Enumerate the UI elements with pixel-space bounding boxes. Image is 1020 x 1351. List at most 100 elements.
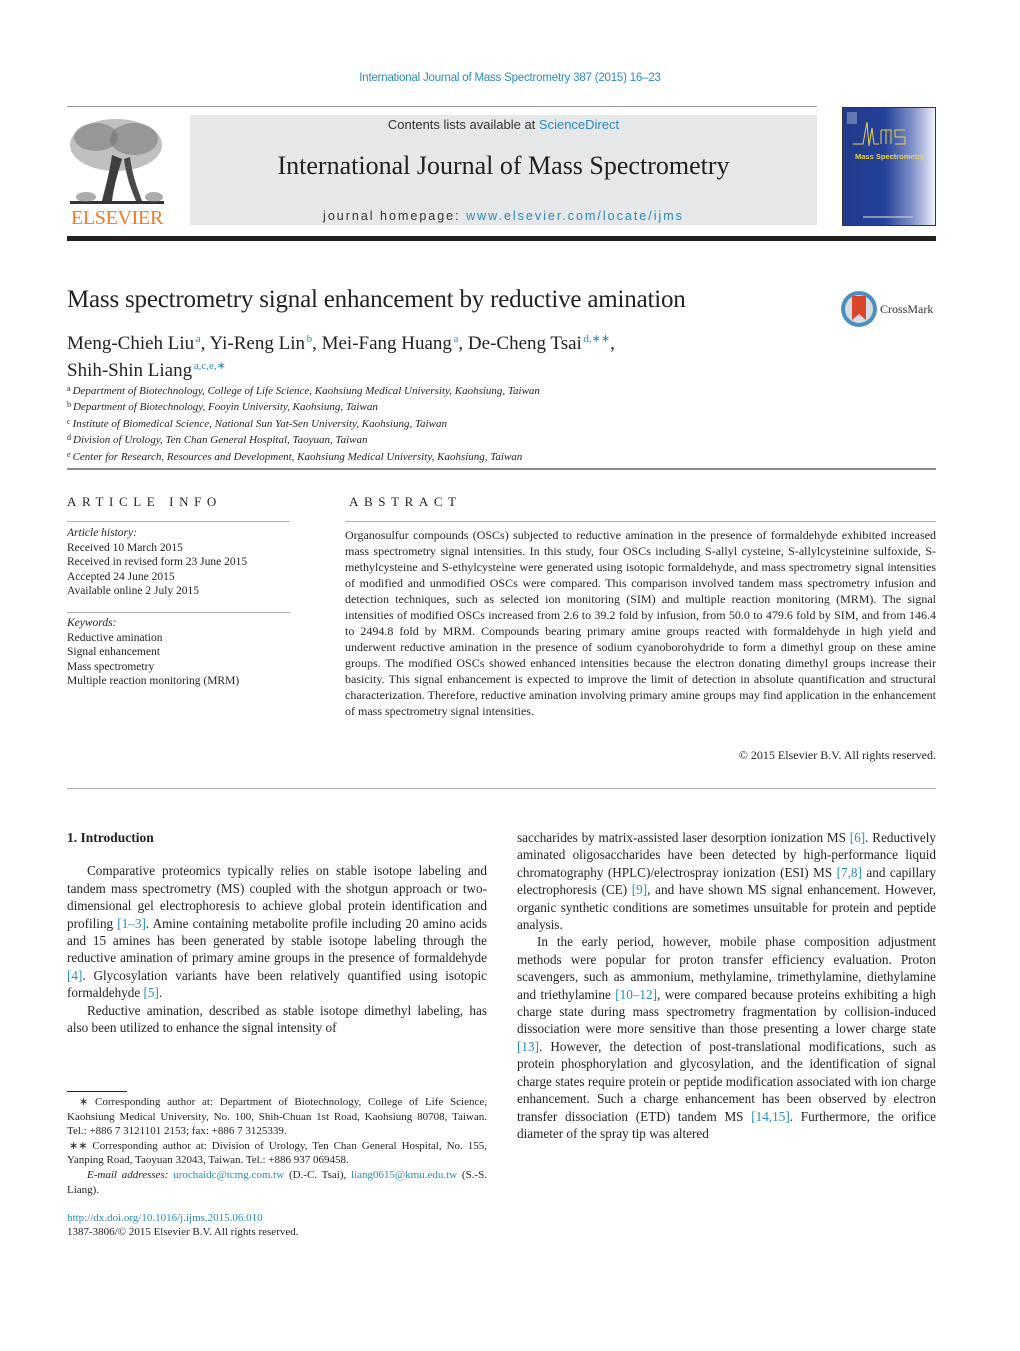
- footnote-rule: [67, 1091, 127, 1092]
- abstract-text: Organosulfur compounds (OSCs) subjected …: [345, 528, 936, 718]
- contents-prefix: Contents lists available at: [387, 117, 539, 132]
- masthead-rule: [67, 236, 936, 241]
- section-rule: [67, 468, 936, 470]
- history-item: Received 10 March 2015: [67, 541, 183, 554]
- affiliation-list: a Department of Biotechnology, College of…: [67, 382, 767, 464]
- citation-reference-link[interactable]: [14,15]: [751, 1109, 789, 1124]
- article-info-rule: [67, 521, 290, 522]
- author-name: Yi-Reng Lin: [209, 333, 305, 354]
- body-column-left: 1. Introduction Comparative proteomics t…: [67, 829, 487, 1036]
- affiliation-key: d: [67, 433, 71, 443]
- author-affiliation-marker[interactable]: d,∗∗: [583, 333, 610, 345]
- email-link[interactable]: liang0615@kmu.edu.tw: [351, 1169, 457, 1181]
- author-name: Mei-Fang Huang: [321, 333, 452, 354]
- affiliation: b Department of Biotechnology, Fooyin Uni…: [67, 398, 767, 414]
- keyword: Multiple reaction monitoring (MRM): [67, 675, 240, 688]
- journal-homepage-link[interactable]: www.elsevier.com/locate/ijms: [466, 209, 684, 223]
- homepage-line: journal homepage: www.elsevier.com/locat…: [190, 209, 817, 223]
- journal-masthead: Contents lists available at ScienceDirec…: [190, 115, 817, 225]
- footnote-text: ∗∗ Corresponding author at: Division of …: [67, 1139, 487, 1167]
- citation-reference-link[interactable]: [7,8]: [837, 865, 862, 880]
- keywords: Keywords: Reductive amination Signal enh…: [67, 616, 297, 689]
- body-paragraph: Comparative proteomics typically relies …: [67, 862, 487, 1001]
- affiliation-text: Division of Urology, Ten Chan General Ho…: [73, 434, 368, 447]
- citation-reference-link[interactable]: [6]: [850, 830, 865, 845]
- footnotes: ∗ Corresponding author at: Department of…: [67, 1095, 487, 1197]
- contents-line: Contents lists available at ScienceDirec…: [190, 117, 817, 132]
- footnote-emails: E-mail addresses: urochaidc@tcmg.com.tw …: [67, 1168, 487, 1197]
- article-title: Mass spectrometry signal enhancement by …: [67, 286, 686, 313]
- body-paragraph: In the early period, however, mobile pha…: [517, 933, 936, 1142]
- affiliation-text: Institute of Biomedical Science, Nationa…: [72, 417, 447, 430]
- homepage-prefix: journal homepage:: [323, 209, 467, 223]
- journal-citation[interactable]: International Journal of Mass Spectromet…: [0, 72, 1020, 84]
- email-link[interactable]: urochaidc@tcmg.com.tw: [173, 1169, 284, 1181]
- crossmark-icon: [841, 291, 877, 327]
- author-list: Meng-Chieh Liu a, Yi-Reng Lin b, Mei-Fan…: [67, 328, 767, 382]
- header-rule: [67, 106, 817, 107]
- affiliation: c Institute of Biomedical Science, Nation…: [67, 415, 767, 431]
- doi-link[interactable]: http://dx.doi.org/10.1016/j.ijms.2015.06…: [67, 1212, 263, 1224]
- abstract-copyright: © 2015 Elsevier B.V. All rights reserved…: [738, 748, 936, 762]
- elsevier-wordmark: ELSEVIER: [70, 207, 164, 229]
- author-name: Shih-Shin Liang: [67, 360, 193, 381]
- history-item: Accepted 24 June 2015: [67, 570, 175, 583]
- affiliation-key: e: [67, 449, 71, 459]
- author[interactable]: Meng-Chieh Liu a: [67, 333, 201, 354]
- crossmark-badge[interactable]: CrossMark: [840, 290, 940, 330]
- author[interactable]: Shih-Shin Liang a,c,e,∗: [67, 360, 226, 381]
- footnote-corresponding-2: ∗∗ Corresponding author at: Division of …: [67, 1139, 487, 1168]
- citation-reference-link[interactable]: [5]: [144, 985, 159, 1000]
- history-item: Available online 2 July 2015: [67, 585, 200, 598]
- author[interactable]: De-Cheng Tsai d,∗∗: [468, 333, 610, 354]
- elsevier-logo[interactable]: ELSEVIER: [66, 115, 168, 230]
- affiliation-text: Department of Biotechnology, College of …: [72, 385, 540, 397]
- keywords-rule: [67, 612, 290, 613]
- history-item: Received in revised form 23 June 2015: [67, 556, 248, 569]
- citation-reference-link[interactable]: [4]: [67, 968, 82, 983]
- affiliation: d Division of Urology, Ten Chan General H…: [67, 431, 767, 447]
- right-paragraphs: saccharides by matrix-assisted laser des…: [517, 829, 936, 1142]
- citation-reference-link[interactable]: [1–3]: [117, 916, 146, 931]
- abstract-rule: [345, 521, 936, 522]
- citation-reference-link[interactable]: [9]: [632, 882, 647, 897]
- author-separator: ,: [458, 333, 468, 354]
- footnote-corresponding-1: ∗ Corresponding author at: Department of…: [67, 1095, 487, 1139]
- keywords-label: Keywords:: [67, 617, 117, 629]
- affiliation-text: Center for Research, Resources and Devel…: [72, 450, 523, 463]
- left-paragraphs: Comparative proteomics typically relies …: [67, 862, 487, 1036]
- journal-title: International Journal of Mass Spectromet…: [277, 151, 730, 180]
- keyword: Reductive amination: [67, 631, 163, 644]
- body-rule: [67, 788, 936, 789]
- author[interactable]: Mei-Fang Huang a: [322, 333, 459, 354]
- author-name: De-Cheng Tsai: [467, 333, 582, 354]
- affiliation: e Center for Research, Resources and Deve…: [67, 448, 767, 464]
- affiliation-key: b: [67, 400, 71, 410]
- body-text: Reductive amination, described as stable…: [67, 1002, 487, 1036]
- author[interactable]: Yi-Reng Lin b: [209, 333, 312, 354]
- keyword: Mass spectrometry: [67, 660, 155, 673]
- body-text: .: [158, 985, 163, 1001]
- body-column-right: saccharides by matrix-assisted laser des…: [517, 829, 936, 1142]
- abstract-heading: ABSTRACT: [349, 494, 462, 509]
- body-paragraph: saccharides by matrix-assisted laser des…: [517, 829, 936, 933]
- author-name: Meng-Chieh Liu: [67, 333, 195, 354]
- footnote-text: ∗ Corresponding author at: Department of…: [67, 1096, 487, 1138]
- affiliation: a Department of Biotechnology, College of…: [67, 382, 767, 398]
- body-text: saccharides by matrix-assisted laser des…: [517, 830, 850, 845]
- citation-reference-link[interactable]: [10–12]: [615, 987, 657, 1002]
- author-affiliation-marker[interactable]: a,c,e,∗: [194, 360, 226, 372]
- citation-reference-link[interactable]: [13]: [517, 1039, 539, 1054]
- sciencedirect-link[interactable]: ScienceDirect: [539, 117, 619, 132]
- journal-cover[interactable]: Mass Spectrometry: [842, 107, 936, 226]
- keyword: Signal enhancement: [67, 646, 160, 659]
- history-label: Article history:: [67, 527, 137, 539]
- author-separator: ,: [312, 333, 322, 354]
- body-paragraph: Reductive amination, described as stable…: [67, 1002, 487, 1037]
- affiliation-key: c: [67, 416, 71, 426]
- crossmark-label: CrossMark: [880, 302, 934, 316]
- email-owner: (D.-C. Tsai),: [284, 1168, 352, 1181]
- article-info-heading: ARTICLE INFO: [67, 494, 222, 509]
- affiliation-text: Department of Biotechnology, Fooyin Univ…: [73, 401, 378, 414]
- email-label: E-mail addresses:: [87, 1168, 174, 1181]
